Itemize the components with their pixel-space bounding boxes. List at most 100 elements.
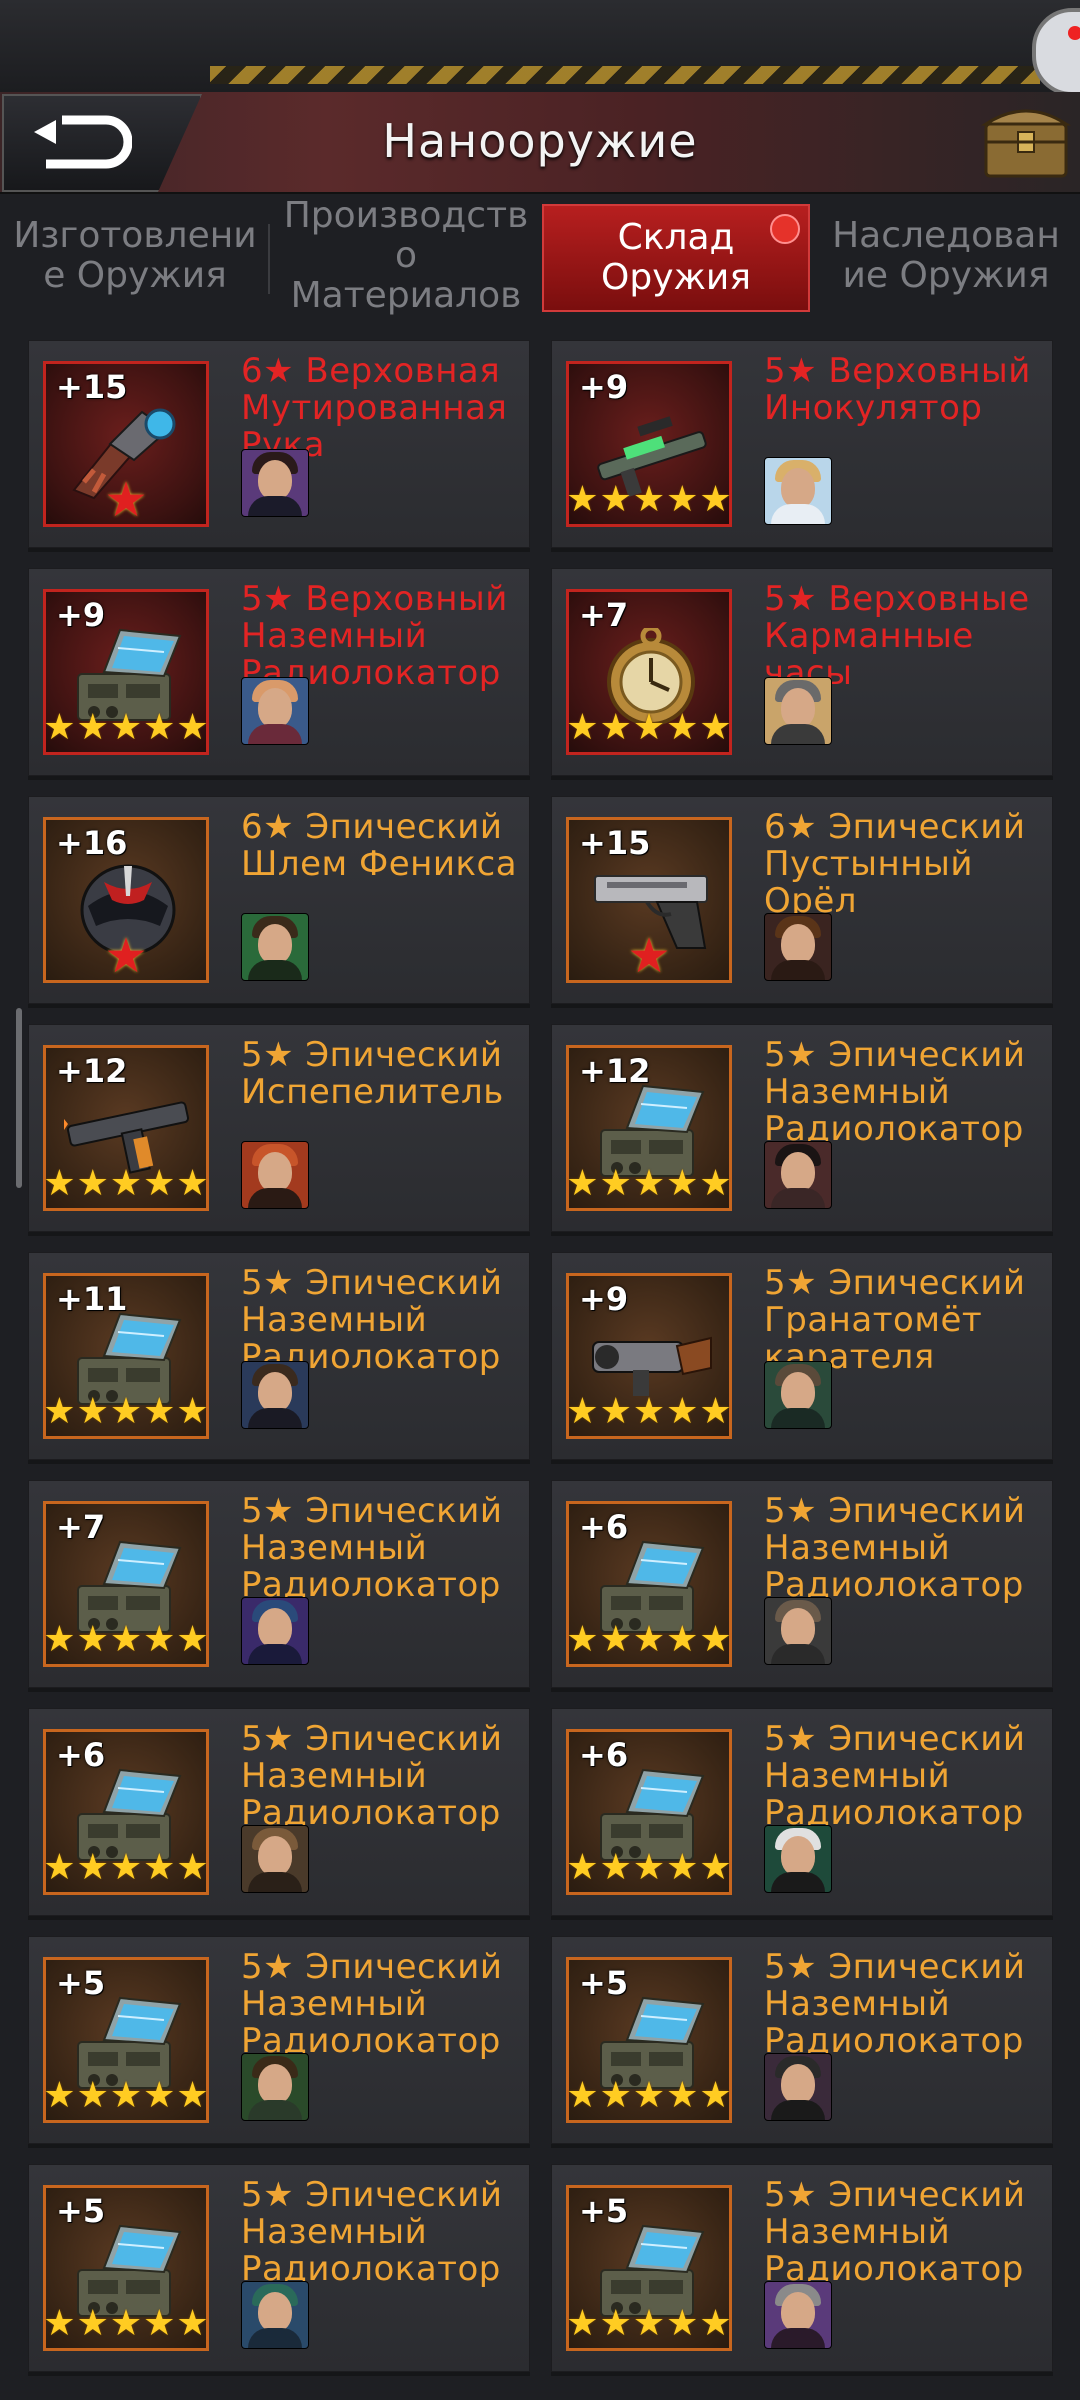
hazard-stripe bbox=[210, 66, 1040, 84]
hero-avatar[interactable] bbox=[764, 1141, 832, 1209]
star-rating: ★ ★ ★ ★ ★ bbox=[566, 707, 731, 748]
hero-avatar[interactable] bbox=[764, 1597, 832, 1665]
star-icon: ★ bbox=[566, 2303, 599, 2344]
hero-avatar[interactable] bbox=[764, 2053, 832, 2121]
hero-avatar[interactable] bbox=[241, 2281, 309, 2349]
weapon-name: 5★ Эпический Испепелитель bbox=[241, 1035, 504, 1112]
weapon-name: 5★ Эпический Наземный Радиолокатор bbox=[764, 1719, 1026, 1833]
weapon-card[interactable]: +9 ★ ★ ★ ★ ★ 5★ Верховный Наземный Радиолока… bbox=[28, 568, 530, 776]
star-icon: ★ bbox=[666, 2303, 699, 2344]
star-icon: ★ bbox=[566, 1619, 599, 1660]
weapon-thumbnail: +15 ★ bbox=[566, 817, 732, 983]
header-bar: Нанооружие bbox=[0, 92, 1080, 194]
weapon-thumbnail: +5 ★ ★ ★ ★ ★ bbox=[566, 2185, 732, 2351]
star-icon: ★ bbox=[666, 2075, 699, 2116]
weapon-thumbnail: +12 ★ ★ ★ ★ ★ bbox=[43, 1045, 209, 1211]
star-icon: ★ bbox=[699, 1619, 732, 1660]
hero-avatar[interactable] bbox=[241, 1361, 309, 1429]
weapon-card[interactable]: +6 ★ ★ ★ ★ ★ 5★ Эпический Наземный Радиолока… bbox=[551, 1708, 1053, 1916]
weapon-card[interactable]: +15 ★ 6★ Верховная Мутированная Рука bbox=[28, 340, 530, 548]
hero-avatar[interactable] bbox=[241, 913, 309, 981]
hero-avatar[interactable] bbox=[764, 1825, 832, 1893]
weapon-card[interactable]: +7 ★ ★ ★ ★ ★ 5★ Эпический Наземный Радиолока… bbox=[28, 1480, 530, 1688]
star-icon: ★ bbox=[43, 2303, 76, 2344]
star-rating: ★ ★ ★ ★ ★ bbox=[566, 1847, 731, 1888]
weapon-thumbnail: +15 ★ bbox=[43, 361, 209, 527]
star-icon: ★ bbox=[566, 2075, 599, 2116]
weapon-card[interactable]: +9 ★ ★ ★ ★ ★ 5★ Верховный Инокулятор bbox=[551, 340, 1053, 548]
star-rating: ★ bbox=[46, 932, 206, 980]
weapon-card[interactable]: +12 ★ ★ ★ ★ ★ 5★ Эпический Испепелитель bbox=[28, 1024, 530, 1232]
weapon-name: 5★ Эпический Наземный Радиолокатор bbox=[764, 1947, 1026, 2061]
star-rating: ★ ★ ★ ★ ★ bbox=[566, 1163, 732, 1204]
weapon-card[interactable]: +9 ★ ★ ★ ★ ★ 5★ Эпический Гранатомёт карател… bbox=[551, 1252, 1053, 1460]
star-icon: ★ bbox=[109, 1847, 143, 1888]
star-icon: ★ bbox=[632, 2075, 666, 2116]
weapon-thumbnail: +5 ★ ★ ★ ★ ★ bbox=[43, 1957, 209, 2123]
weapon-card[interactable]: +11 ★ ★ ★ ★ ★ 5★ Эпический Наземный Радиолок… bbox=[28, 1252, 530, 1460]
hero-avatar[interactable] bbox=[764, 677, 832, 745]
tab-weapon-storage[interactable]: Склад Оружия bbox=[542, 204, 810, 312]
star-icon: ★ bbox=[632, 2303, 666, 2344]
star-rating: ★ ★ ★ ★ ★ bbox=[43, 1619, 209, 1660]
hero-avatar[interactable] bbox=[241, 449, 309, 517]
weapon-thumbnail: +6 ★ ★ ★ ★ ★ bbox=[566, 1501, 732, 1667]
hero-avatar[interactable] bbox=[241, 1597, 309, 1665]
notification-dot bbox=[770, 214, 800, 244]
star-icon: ★ bbox=[699, 2303, 732, 2344]
weapon-card[interactable]: +5 ★ ★ ★ ★ ★ 5★ Эпический Наземный Радиолока… bbox=[551, 1936, 1053, 2144]
star-icon: ★ bbox=[632, 1391, 666, 1432]
tab-weapon-inheritance[interactable]: Наследован ие Оружия bbox=[812, 204, 1080, 308]
star-icon: ★ bbox=[143, 1847, 176, 1888]
treasure-chest-icon[interactable] bbox=[980, 102, 1072, 182]
star-icon: ★ bbox=[632, 479, 666, 520]
weapon-name: 5★ Эпический Наземный Радиолокатор bbox=[764, 1491, 1026, 1605]
star-icon: ★ bbox=[666, 1391, 699, 1432]
hero-avatar[interactable] bbox=[241, 1141, 309, 1209]
weapon-card[interactable]: +5 ★ ★ ★ ★ ★ 5★ Эпический Наземный Радиолока… bbox=[28, 1936, 530, 2144]
hero-avatar[interactable] bbox=[764, 2281, 832, 2349]
weapon-thumbnail: +6 ★ ★ ★ ★ ★ bbox=[43, 1729, 209, 1895]
star-rating: ★ ★ ★ ★ ★ bbox=[43, 708, 208, 748]
star-icon: ★ bbox=[176, 2075, 209, 2116]
star-icon: ★ bbox=[666, 1619, 699, 1660]
hero-avatar[interactable] bbox=[241, 2053, 309, 2121]
star-icon: ★ bbox=[176, 1619, 209, 1660]
star-icon: ★ bbox=[76, 1163, 109, 1204]
star-icon: ★ bbox=[76, 1847, 109, 1888]
tab-weapon-crafting[interactable]: Изготовлени е Оружия bbox=[0, 204, 270, 308]
tab-bar: Изготовлени е Оружия Производств о Матер… bbox=[0, 196, 1080, 316]
weapon-card[interactable]: +15 ★ 6★ Эпический Пустынный Орёл bbox=[551, 796, 1053, 1004]
star-icon: ★ bbox=[176, 1847, 209, 1888]
hero-avatar[interactable] bbox=[241, 677, 309, 745]
star-icon: ★ bbox=[76, 2303, 109, 2344]
star-icon: ★ bbox=[699, 1163, 732, 1204]
weapon-card[interactable]: +7 ★ ★ ★ ★ ★ 5★ Верховные Карманные часы bbox=[551, 568, 1053, 776]
star-icon: ★ bbox=[176, 1391, 209, 1432]
star-icon: ★ bbox=[76, 1391, 109, 1432]
hero-avatar[interactable] bbox=[764, 913, 832, 981]
weapon-card[interactable]: +6 ★ ★ ★ ★ ★ 5★ Эпический Наземный Радиолока… bbox=[28, 1708, 530, 1916]
star-icon: ★ bbox=[599, 1163, 632, 1204]
star-icon: ★ bbox=[666, 1847, 699, 1888]
star-icon: ★ bbox=[666, 707, 699, 748]
tab-material-production[interactable]: Производств о Материалов bbox=[272, 196, 540, 316]
hero-avatar[interactable] bbox=[764, 457, 832, 525]
red-star-icon: ★ bbox=[104, 472, 148, 528]
tab-divider bbox=[268, 224, 270, 294]
weapon-name: 5★ Эпический Гранатомёт карателя bbox=[764, 1263, 1026, 1377]
weapon-card[interactable]: +6 ★ ★ ★ ★ ★ 5★ Эпический Наземный Радиолока… bbox=[551, 1480, 1053, 1688]
hero-avatar[interactable] bbox=[241, 1825, 309, 1893]
star-icon: ★ bbox=[632, 707, 666, 748]
scrollbar[interactable] bbox=[16, 1008, 22, 1188]
star-rating: ★ ★ ★ ★ ★ bbox=[43, 1847, 209, 1888]
weapon-thumbnail: +11 ★ ★ ★ ★ ★ bbox=[43, 1273, 209, 1439]
star-icon: ★ bbox=[109, 1391, 143, 1432]
weapon-card[interactable]: +16 ★ 6★ Эпический Шлем Феникса bbox=[28, 796, 530, 1004]
star-icon: ★ bbox=[43, 1391, 76, 1432]
weapon-card[interactable]: +12 ★ ★ ★ ★ ★ 5★ Эпический Наземный Радиолок… bbox=[551, 1024, 1053, 1232]
hero-avatar[interactable] bbox=[764, 1361, 832, 1429]
weapon-card[interactable]: +5 ★ ★ ★ ★ ★ 5★ Эпический Наземный Радиолока… bbox=[28, 2164, 530, 2372]
weapon-card[interactable]: +5 ★ ★ ★ ★ ★ 5★ Эпический Наземный Радиолока… bbox=[551, 2164, 1053, 2372]
star-icon: ★ bbox=[143, 1391, 176, 1432]
